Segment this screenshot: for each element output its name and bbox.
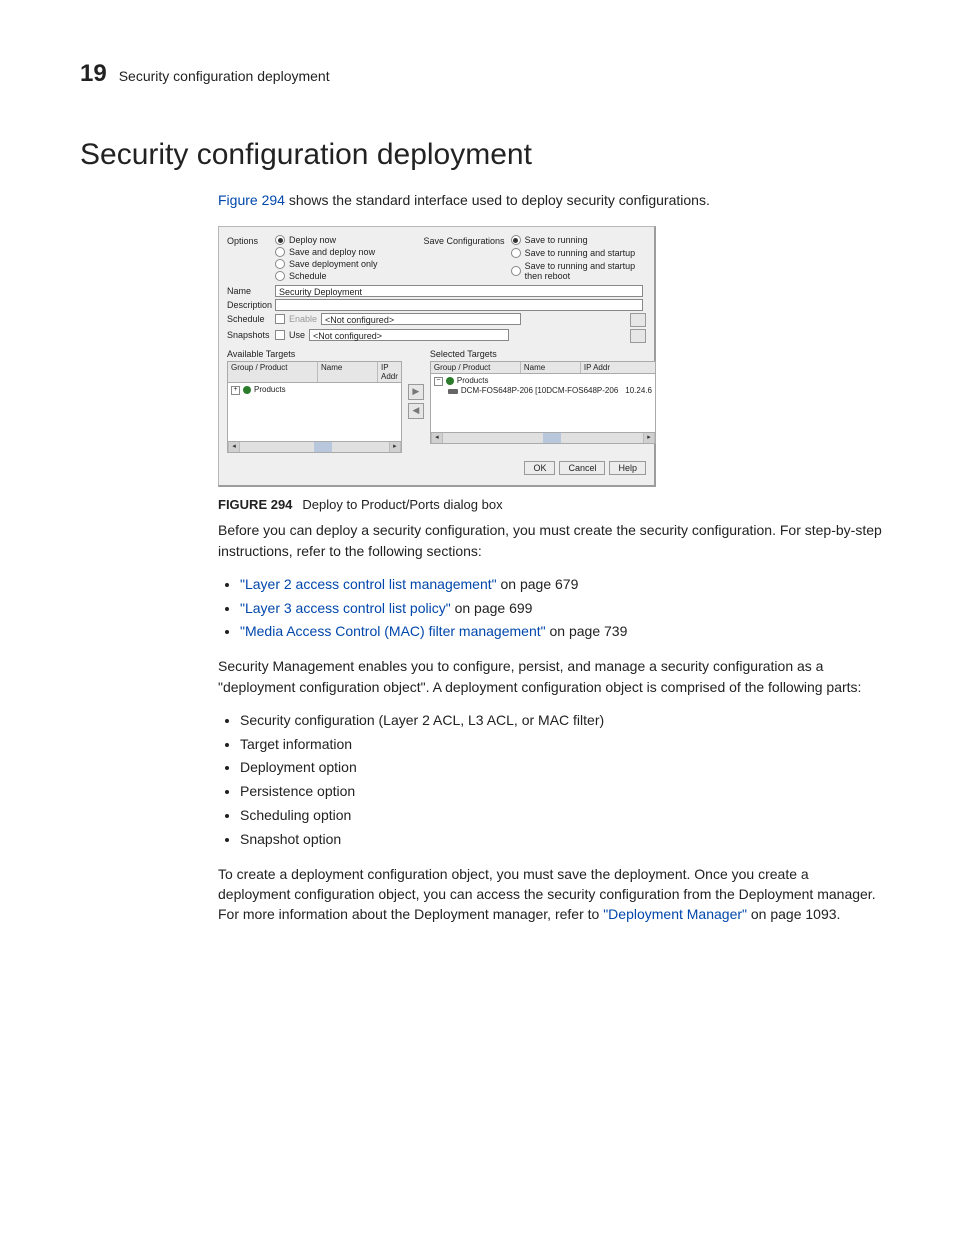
expand-icon[interactable]: + — [231, 386, 240, 395]
description-label: Description — [227, 299, 269, 310]
radio-off-icon — [275, 271, 285, 281]
scroll-left-icon[interactable]: ◂ — [228, 442, 240, 452]
list-item: Target information — [240, 733, 884, 757]
list-item: Snapshot option — [240, 828, 884, 852]
figure-reference-link[interactable]: Figure 294 — [218, 192, 285, 208]
mac-filter-link[interactable]: "Media Access Control (MAC) filter manag… — [240, 623, 546, 639]
option-deploy-now[interactable]: Deploy now — [275, 235, 393, 245]
radio-off-icon — [275, 247, 285, 257]
radio-off-icon — [511, 266, 521, 276]
options-label: Options — [227, 235, 269, 246]
schedule-browse-button[interactable] — [630, 313, 646, 327]
list-item: Scheduling option — [240, 804, 884, 828]
save-config-label: Save Configurations — [424, 235, 505, 246]
parts-list: Security configuration (Layer 2 ACL, L3 … — [218, 709, 884, 852]
deploy-dialog: Options Deploy now Save and deploy now S… — [218, 226, 656, 487]
radio-off-icon — [511, 248, 521, 258]
available-targets-label: Available Targets — [227, 349, 402, 359]
snapshots-use-checkbox[interactable] — [275, 330, 285, 340]
move-right-button[interactable]: ▶ — [408, 384, 424, 400]
save-to-running[interactable]: Save to running — [511, 235, 646, 245]
globe-icon — [243, 386, 251, 394]
ok-button[interactable]: OK — [524, 461, 555, 475]
figure-caption-label: FIGURE 294 — [218, 497, 292, 512]
deployment-manager-link[interactable]: "Deployment Manager" — [603, 906, 747, 922]
option-save-deploy-now[interactable]: Save and deploy now — [275, 247, 393, 257]
option-save-only[interactable]: Save deployment only — [275, 259, 393, 269]
running-header-text: Security configuration deployment — [119, 68, 330, 84]
intro-paragraph: Figure 294 shows the standard interface … — [218, 190, 884, 210]
available-scrollbar[interactable]: ◂ ▸ — [227, 442, 402, 453]
available-table-body[interactable]: + Products — [227, 383, 402, 442]
list-item: "Layer 2 access control list management"… — [240, 573, 884, 597]
name-label: Name — [227, 285, 269, 296]
section-links-list: "Layer 2 access control list management"… — [218, 573, 884, 644]
radio-on-icon — [511, 235, 521, 245]
snapshots-field[interactable]: <Not configured> — [309, 329, 509, 341]
snapshots-label: Snapshots — [227, 329, 269, 340]
snapshots-use-text: Use — [289, 330, 305, 340]
intro-text: shows the standard interface used to dep… — [285, 192, 710, 208]
description-field[interactable] — [275, 299, 643, 311]
layer3-link[interactable]: "Layer 3 access control list policy" — [240, 600, 451, 616]
list-item: Persistence option — [240, 780, 884, 804]
selected-targets-label: Selected Targets — [430, 349, 656, 359]
schedule-enable-checkbox[interactable] — [275, 314, 285, 324]
save-running-startup-reboot[interactable]: Save to running and startup then reboot — [511, 261, 646, 281]
parts-intro-paragraph: Security Management enables you to confi… — [218, 656, 884, 697]
schedule-enable-text: Enable — [289, 314, 317, 324]
move-buttons: ▶ ◀ — [408, 349, 424, 453]
closing-paragraph: To create a deployment configuration obj… — [218, 864, 884, 925]
selected-table-body[interactable]: − Products DCM-FOS648P-206 [10DCM-FOS648… — [430, 374, 656, 433]
selected-scrollbar[interactable]: ◂ ▸ — [430, 433, 656, 444]
save-running-startup[interactable]: Save to running and startup — [511, 248, 646, 258]
selected-product-row[interactable]: DCM-FOS648P-206 [10DCM-FOS648P-206 10.24… — [448, 386, 652, 396]
pre-links-paragraph: Before you can deploy a security configu… — [218, 520, 884, 561]
name-field[interactable]: Security Deployment — [275, 285, 643, 297]
selected-table-header: Group / Product Name IP Addr — [430, 361, 656, 374]
snapshots-browse-button[interactable] — [630, 329, 646, 343]
list-item: Deployment option — [240, 756, 884, 780]
chapter-number: 19 — [80, 60, 107, 88]
page-title: Security configuration deployment — [80, 138, 884, 172]
scroll-left-icon[interactable]: ◂ — [431, 433, 443, 443]
collapse-icon[interactable]: − — [434, 377, 443, 386]
option-schedule[interactable]: Schedule — [275, 271, 393, 281]
list-item: "Media Access Control (MAC) filter manag… — [240, 620, 884, 644]
layer2-link[interactable]: "Layer 2 access control list management" — [240, 576, 497, 592]
schedule-field[interactable]: <Not configured> — [321, 313, 521, 325]
list-item: "Layer 3 access control list policy" on … — [240, 597, 884, 621]
scroll-right-icon[interactable]: ▸ — [643, 433, 655, 443]
schedule-label: Schedule — [227, 313, 269, 324]
body-content: Figure 294 shows the standard interface … — [218, 190, 884, 925]
help-button[interactable]: Help — [609, 461, 646, 475]
page: 19 Security configuration deployment Sec… — [0, 0, 954, 1235]
cancel-button[interactable]: Cancel — [559, 461, 605, 475]
available-table-header: Group / Product Name IP Addr — [227, 361, 402, 383]
switch-icon — [448, 389, 458, 394]
list-item: Security configuration (Layer 2 ACL, L3 … — [240, 709, 884, 733]
radio-on-icon — [275, 235, 285, 245]
scroll-right-icon[interactable]: ▸ — [389, 442, 401, 452]
figure-294: Options Deploy now Save and deploy now S… — [218, 226, 884, 512]
available-targets-panel: Available Targets Group / Product Name I… — [227, 349, 402, 453]
running-header: 19 Security configuration deployment — [80, 60, 884, 88]
globe-icon — [446, 377, 454, 385]
move-left-button[interactable]: ◀ — [408, 403, 424, 419]
figure-caption: FIGURE 294 Deploy to Product/Ports dialog… — [218, 497, 884, 512]
figure-caption-text: Deploy to Product/Ports dialog box — [302, 497, 502, 512]
radio-off-icon — [275, 259, 285, 269]
selected-targets-panel: Selected Targets Group / Product Name IP… — [430, 349, 656, 453]
